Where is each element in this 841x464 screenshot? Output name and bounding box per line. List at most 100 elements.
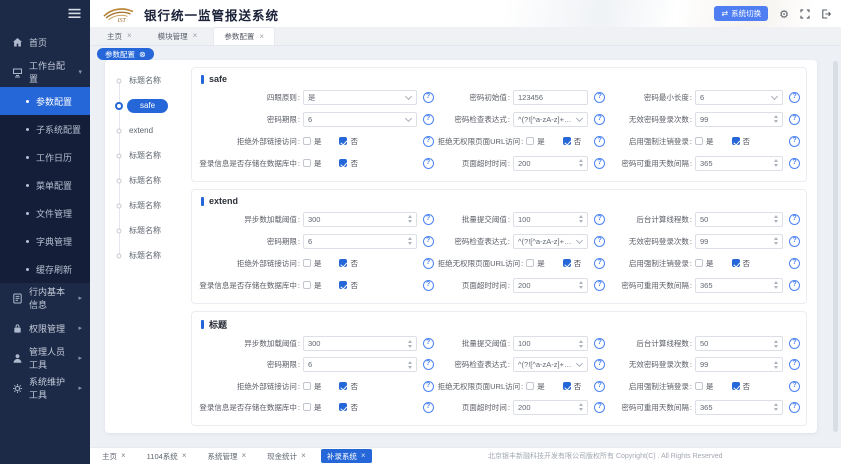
spin-up-icon[interactable] (774, 115, 778, 118)
checkbox-yes[interactable]: 是 (526, 381, 545, 392)
spin-up-icon[interactable] (579, 281, 583, 284)
close-icon[interactable] (193, 32, 198, 40)
help-icon[interactable] (423, 402, 434, 413)
checkbox-checked-icon[interactable] (339, 281, 347, 289)
help-icon[interactable] (594, 158, 605, 169)
checkbox-unchecked-icon[interactable] (303, 281, 311, 289)
help-icon[interactable] (423, 214, 434, 225)
help-icon[interactable] (789, 214, 800, 225)
spinner-controls[interactable] (774, 340, 778, 348)
sidebar-item-3[interactable]: 子系统配置 (0, 115, 90, 143)
checkbox-yes[interactable]: 是 (303, 136, 322, 147)
checkbox-unchecked-icon[interactable] (526, 259, 534, 267)
help-icon[interactable] (594, 359, 605, 370)
spin-up-icon[interactable] (774, 159, 778, 162)
spin-down-icon[interactable] (774, 220, 778, 223)
tab-0[interactable]: 主页 (97, 27, 142, 45)
close-icon[interactable] (182, 452, 187, 460)
select-input[interactable]: 6 (303, 112, 417, 127)
spin-down-icon[interactable] (579, 286, 583, 289)
help-icon[interactable] (789, 338, 800, 349)
spin-up-icon[interactable] (774, 403, 778, 406)
spinner-controls[interactable] (579, 340, 583, 348)
spinner-controls[interactable] (774, 159, 778, 167)
select-input[interactable]: 是 (303, 90, 417, 105)
help-icon[interactable] (789, 402, 800, 413)
checkbox-no[interactable]: 否 (563, 136, 582, 147)
spin-down-icon[interactable] (774, 242, 778, 245)
help-icon[interactable] (594, 280, 605, 291)
select-input[interactable]: ^(?![^a-zA-z]+$)(?!\D+$)[0-9A-Z... (513, 357, 588, 372)
checkbox-yes[interactable]: 是 (303, 258, 322, 269)
tree-item-4[interactable]: 标题名称 (105, 168, 191, 193)
help-icon[interactable] (594, 136, 605, 147)
help-icon[interactable] (423, 359, 434, 370)
checkbox-unchecked-icon[interactable] (526, 137, 534, 145)
spin-up-icon[interactable] (579, 340, 583, 343)
spinner-controls[interactable] (774, 237, 778, 245)
spin-up-icon[interactable] (774, 361, 778, 364)
fullscreen-icon[interactable] (800, 9, 810, 19)
tree-item-0[interactable]: 标题名称 (105, 68, 191, 93)
help-icon[interactable] (423, 338, 434, 349)
checkbox-unchecked-icon[interactable] (303, 403, 311, 411)
checkbox-yes[interactable]: 是 (695, 136, 714, 147)
help-icon[interactable] (789, 280, 800, 291)
checkbox-unchecked-icon[interactable] (303, 137, 311, 145)
tree-item-2[interactable]: extend (105, 118, 191, 143)
spin-up-icon[interactable] (408, 237, 412, 240)
spin-up-icon[interactable] (579, 215, 583, 218)
spin-down-icon[interactable] (408, 220, 412, 223)
tree-item-7[interactable]: 标题名称 (105, 243, 191, 268)
checkbox-checked-icon[interactable] (339, 137, 347, 145)
checkbox-yes[interactable]: 是 (303, 280, 322, 291)
checkbox-no[interactable]: 否 (563, 381, 582, 392)
spinner-controls[interactable] (408, 361, 412, 369)
number-input[interactable]: 99 (695, 112, 783, 127)
spin-up-icon[interactable] (774, 237, 778, 240)
sidebar-item-0[interactable]: 首页 (0, 27, 90, 57)
select-input[interactable]: 6 (695, 90, 783, 105)
number-input[interactable]: 200 (513, 156, 588, 171)
spinner-controls[interactable] (408, 237, 412, 245)
checkbox-no[interactable]: 否 (339, 381, 358, 392)
checkbox-unchecked-icon[interactable] (303, 259, 311, 267)
spin-up-icon[interactable] (774, 281, 778, 284)
checkbox-yes[interactable]: 是 (695, 381, 714, 392)
spin-down-icon[interactable] (408, 366, 412, 369)
tree-item-3[interactable]: 标题名称 (105, 143, 191, 168)
close-icon[interactable] (241, 452, 246, 460)
close-icon[interactable] (361, 452, 366, 460)
checkbox-yes[interactable]: 是 (303, 402, 322, 413)
checkbox-yes[interactable]: 是 (303, 381, 322, 392)
number-input[interactable]: 365 (695, 156, 783, 171)
help-icon[interactable] (789, 359, 800, 370)
checkbox-checked-icon[interactable] (563, 382, 571, 390)
checkbox-yes[interactable]: 是 (695, 258, 714, 269)
spin-down-icon[interactable] (579, 164, 583, 167)
checkbox-yes[interactable]: 是 (526, 258, 545, 269)
help-icon[interactable] (789, 381, 800, 392)
help-icon[interactable] (789, 92, 800, 103)
spin-up-icon[interactable] (774, 215, 778, 218)
checkbox-no[interactable]: 否 (563, 258, 582, 269)
checkbox-yes[interactable]: 是 (303, 158, 322, 169)
number-input[interactable]: 99 (695, 357, 783, 372)
vertical-scrollbar[interactable] (833, 61, 838, 432)
spinner-controls[interactable] (774, 115, 778, 123)
number-input[interactable]: 100 (513, 212, 588, 227)
checkbox-unchecked-icon[interactable] (695, 382, 703, 390)
spin-down-icon[interactable] (774, 345, 778, 348)
gear-icon[interactable] (779, 5, 789, 23)
spin-up-icon[interactable] (579, 159, 583, 162)
spin-down-icon[interactable] (579, 345, 583, 348)
checkbox-no[interactable]: 否 (339, 136, 358, 147)
footer-tab-0[interactable]: 主页 (96, 449, 132, 463)
spin-up-icon[interactable] (408, 361, 412, 364)
help-icon[interactable] (423, 114, 434, 125)
spin-up-icon[interactable] (408, 215, 412, 218)
footer-tab-1[interactable]: 1104系统 (141, 449, 193, 463)
help-icon[interactable] (423, 158, 434, 169)
hamburger-menu-icon[interactable] (68, 8, 81, 19)
spinner-controls[interactable] (579, 281, 583, 289)
